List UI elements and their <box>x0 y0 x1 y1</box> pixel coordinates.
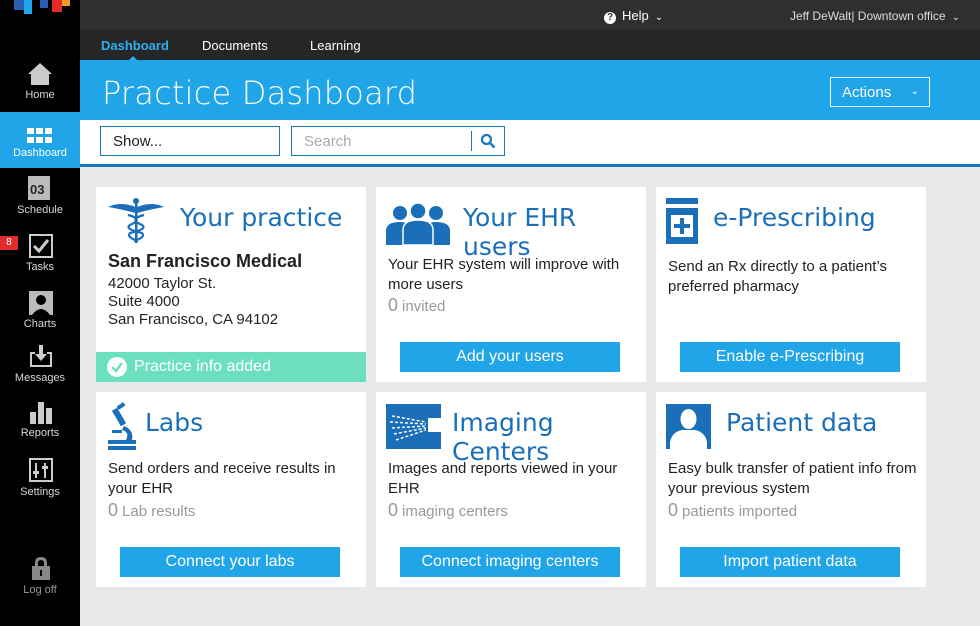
card-description: Send orders and receive results in your … <box>108 460 336 497</box>
ehr-users-card: Your EHR users Your EHR system will impr… <box>376 187 646 382</box>
help-icon: ? <box>604 12 616 24</box>
sidebar-item-label: Dashboard <box>13 147 67 159</box>
app-logo <box>0 0 80 16</box>
user-office-label: Jeff DeWalt| Downtown office <box>789 9 946 23</box>
top-bar: ? Help ⌄ Jeff DeWalt| Downtown office ⌄ <box>80 0 980 30</box>
import-patient-data-button[interactable]: Import patient data <box>680 547 900 577</box>
page-title: Practice Dashboard <box>102 74 418 112</box>
sidebar-item-reports[interactable]: Reports <box>0 400 80 456</box>
page-header: Practice Dashboard Actions ⌄ <box>80 60 980 120</box>
help-menu[interactable]: ? Help ⌄ <box>604 8 663 24</box>
sidebar-item-tasks[interactable]: Tasks <box>0 230 80 286</box>
address-line: 42000 Taylor St. <box>108 275 217 292</box>
checkmark-circle-icon <box>107 357 127 377</box>
card-title: Your practice <box>180 203 343 232</box>
card-title: Labs <box>145 408 204 437</box>
sidebar-item-label: Schedule <box>17 204 63 216</box>
sidebar-item-label: Reports <box>20 427 60 439</box>
sliders-icon <box>29 458 53 482</box>
practice-card: Your practice San Francisco Medical 4200… <box>96 187 366 382</box>
patient-silhouette-icon <box>666 404 711 449</box>
address-line: San Francisco, CA 94102 <box>108 311 279 328</box>
users-group-icon <box>386 202 450 245</box>
actions-label: Actions <box>842 84 892 101</box>
search-divider <box>471 131 472 151</box>
patient-data-card: Patient data Easy bulk transfer of patie… <box>656 392 926 587</box>
card-count: 0 Lab results <box>108 500 196 520</box>
address-line: Suite 4000 <box>108 293 180 310</box>
sidebar-item-settings[interactable]: Settings <box>0 456 80 512</box>
person-chart-icon <box>29 291 53 315</box>
practice-name: San Francisco Medical <box>108 251 303 271</box>
card-description: Easy bulk transfer of patient info from … <box>668 460 917 497</box>
tab-documents[interactable]: Documents <box>202 38 268 53</box>
sidebar-item-label: Tasks <box>25 261 55 273</box>
home-icon <box>28 63 52 85</box>
card-count: 0 imaging centers <box>388 500 508 520</box>
card-count: 0 invited <box>388 295 446 315</box>
card-count: 0 patients imported <box>668 500 798 520</box>
sidebar-item-charts[interactable]: Charts <box>0 288 80 344</box>
chevron-down-icon: ⌄ <box>654 12 664 23</box>
eprescribing-card: e-Prescribing Send an Rx directly to a p… <box>656 187 926 382</box>
microscope-icon <box>108 402 136 450</box>
sidebar: Home Dashboard 03 Schedule 8 Tasks Chart… <box>0 0 80 626</box>
connect-imaging-centers-button[interactable]: Connect imaging centers <box>400 547 620 577</box>
card-title: e-Prescribing <box>713 203 876 232</box>
sidebar-item-home[interactable]: Home <box>0 58 80 114</box>
card-description: Your EHR system will improve with more u… <box>388 256 620 293</box>
actions-dropdown[interactable]: Actions ⌄ <box>830 77 930 107</box>
show-dropdown[interactable]: Show... <box>100 126 280 156</box>
chevron-down-icon: ⌄ <box>951 12 960 23</box>
calendar-icon: 03 <box>28 176 50 200</box>
dashboard-grid-icon <box>27 128 52 143</box>
card-title: Imaging Centers <box>452 408 554 466</box>
sidebar-item-log-off[interactable]: Log off <box>0 556 80 612</box>
sidebar-item-label: Settings <box>20 486 60 498</box>
checkbox-icon <box>29 234 53 258</box>
card-title: Patient data <box>726 408 878 437</box>
search-icon[interactable] <box>480 133 496 149</box>
sidebar-item-schedule[interactable]: 03 Schedule <box>0 172 80 228</box>
add-your-users-button[interactable]: Add your users <box>400 342 620 372</box>
caduceus-icon <box>108 198 164 243</box>
imaging-scanner-icon <box>386 404 441 449</box>
imaging-centers-card: Imaging Centers Images and reports viewe… <box>376 392 646 587</box>
sidebar-item-dashboard[interactable]: Dashboard <box>0 112 80 168</box>
connect-your-labs-button[interactable]: Connect your labs <box>120 547 340 577</box>
search-input[interactable] <box>292 127 470 155</box>
filter-bar: Show... <box>80 120 980 167</box>
status-text: Practice info added <box>134 358 271 375</box>
sidebar-item-label: Messages <box>14 372 66 384</box>
sidebar-item-label: Charts <box>23 318 57 330</box>
labs-card: Labs Send orders and receive results in … <box>96 392 366 587</box>
tab-learning[interactable]: Learning <box>310 38 361 53</box>
sidebar-item-messages[interactable]: Messages <box>0 344 80 400</box>
sidebar-item-label: Log off <box>23 584 57 596</box>
sidebar-item-label: Home <box>25 89 55 101</box>
card-description: Images and reports viewed in your EHR <box>388 460 618 497</box>
search-box <box>291 126 505 156</box>
inbox-icon <box>30 345 52 367</box>
tab-bar: Dashboard Documents Learning <box>80 30 980 60</box>
card-title: Your EHR users <box>463 203 577 261</box>
prescription-bottle-icon <box>666 198 698 244</box>
practice-status-banner: Practice info added <box>96 352 366 382</box>
tab-dashboard[interactable]: Dashboard <box>101 38 169 53</box>
bar-chart-icon <box>30 402 52 424</box>
chevron-down-icon: ⌄ <box>910 86 919 97</box>
help-label: Help <box>622 8 649 23</box>
user-menu[interactable]: Jeff DeWalt| Downtown office ⌄ <box>790 9 960 23</box>
enable-eprescribing-button[interactable]: Enable e-Prescribing <box>680 342 900 372</box>
card-description: Send an Rx directly to a patient’s prefe… <box>668 258 888 295</box>
lock-icon <box>32 557 50 580</box>
